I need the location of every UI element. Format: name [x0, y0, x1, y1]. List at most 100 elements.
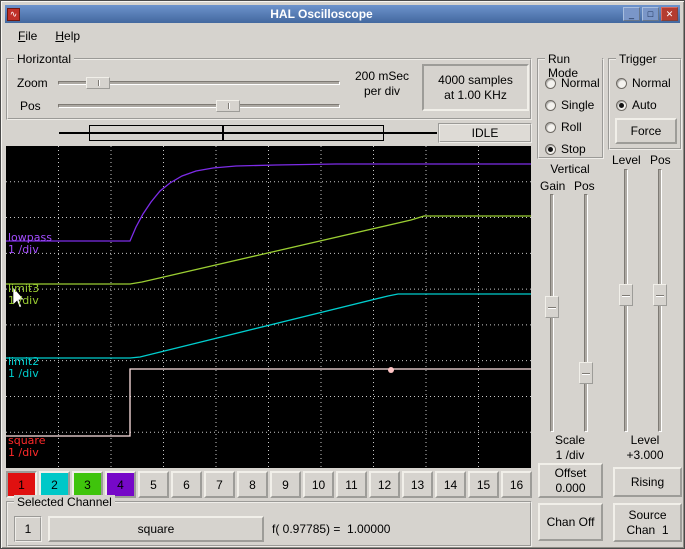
- run-mode-frame: Run Mode Normal Single Roll Stop: [537, 52, 604, 159]
- trigger-level-slider[interactable]: [619, 169, 633, 432]
- maximize-button[interactable]: □: [642, 7, 659, 21]
- trigger-edge-button[interactable]: Rising: [613, 467, 682, 497]
- channel-button-3[interactable]: 3: [72, 471, 103, 498]
- radio-icon[interactable]: [545, 99, 556, 111]
- zoom-slider[interactable]: [58, 77, 340, 89]
- channel-button-14[interactable]: 14: [435, 471, 466, 498]
- radio-icon[interactable]: [616, 77, 627, 89]
- channel-button-15[interactable]: 15: [468, 471, 499, 498]
- channel-button-5[interactable]: 5: [138, 471, 169, 498]
- menu-help-accel: H: [55, 29, 65, 43]
- zoom-label: Zoom: [17, 76, 48, 90]
- vertical-pos-slider[interactable]: [579, 194, 593, 432]
- trigger-pos-slider[interactable]: [653, 169, 667, 432]
- horizontal-frame: Horizontal Zoom Pos 200 mSec per div 4000…: [6, 52, 532, 120]
- vertical-pos-slider-handle[interactable]: [579, 362, 593, 384]
- close-button[interactable]: ✕: [661, 7, 678, 21]
- record-view-window: [89, 125, 384, 141]
- zoom-slider-handle[interactable]: [86, 77, 110, 89]
- trigger-level-slider-label: Level: [612, 153, 641, 167]
- menu-help[interactable]: Help: [46, 26, 89, 46]
- run-mode-option-roll[interactable]: Roll: [545, 120, 582, 134]
- horizontal-pos-slider-handle[interactable]: [216, 100, 240, 112]
- channel-button-13[interactable]: 13: [402, 471, 433, 498]
- run-mode-option-stop[interactable]: Stop: [545, 142, 586, 156]
- record-position-bar: IDLE: [6, 122, 532, 144]
- force-button[interactable]: Force: [615, 118, 677, 144]
- channel-button-10[interactable]: 10: [303, 471, 334, 498]
- horizontal-pos-slider[interactable]: [58, 100, 340, 112]
- run-mode-option-normal-label: Normal: [561, 76, 600, 90]
- trigger-level-slider-handle[interactable]: [619, 284, 633, 306]
- menu-file[interactable]: File: [9, 26, 46, 46]
- app-icon: ∿: [7, 7, 20, 21]
- trigger-option-auto[interactable]: Auto: [616, 98, 657, 112]
- trigger-title: Trigger: [616, 52, 660, 66]
- radio-icon[interactable]: [545, 77, 556, 89]
- menu-help-rest: elp: [64, 29, 81, 43]
- selected-channel-number: 1: [14, 516, 42, 542]
- trigger-source-button[interactable]: Source Chan 1: [613, 503, 682, 542]
- selected-channel-title: Selected Channel: [14, 495, 115, 509]
- channel-button-7[interactable]: 7: [204, 471, 235, 498]
- selected-channel-frame: Selected Channel 1 square f( 0.97785) = …: [6, 495, 532, 547]
- run-mode-option-stop-label: Stop: [561, 142, 586, 156]
- trigger-level-label: Level: [630, 433, 660, 447]
- scope-channel-label-limit2: limit2 1 /div: [8, 355, 40, 380]
- scale-label: Scale: [554, 433, 586, 447]
- hal-oscilloscope-window: ∿ HAL Oscilloscope _ □ ✕ File Help Horiz…: [0, 0, 685, 549]
- horizontal-pos-label: Pos: [20, 99, 41, 113]
- run-mode-option-single[interactable]: Single: [545, 98, 594, 112]
- cursor-readout: f( 0.97785) = 1.00000: [272, 522, 391, 536]
- time-per-div: 200 mSec per div: [354, 69, 410, 98]
- channel-button-4[interactable]: 4: [105, 471, 136, 498]
- channel-button-16[interactable]: 16: [501, 471, 532, 498]
- trigger-frame: Trigger Normal Auto Force: [608, 52, 682, 150]
- trigger-option-normal[interactable]: Normal: [616, 76, 671, 90]
- scope-channel-label-lowpass: lowpass 1 /div: [8, 231, 52, 256]
- scope-display[interactable]: lowpass 1 /div limit3 1 /div limit2 1 /div squ…: [6, 146, 531, 468]
- radio-icon[interactable]: [545, 143, 556, 155]
- minimize-button[interactable]: _: [623, 7, 640, 21]
- trigger-option-auto-label: Auto: [632, 98, 657, 112]
- channel-button-6[interactable]: 6: [171, 471, 202, 498]
- scope-channel-label-limit3: limit3 1 /div: [8, 282, 40, 307]
- gain-slider[interactable]: [545, 194, 559, 432]
- chan-off-button[interactable]: Chan Off: [538, 503, 603, 541]
- trigger-pos-slider-handle[interactable]: [653, 284, 667, 306]
- scale-value: 1 /div: [555, 448, 585, 462]
- menu-file-rest: ile: [25, 29, 38, 43]
- vertical-section-title: Vertical: [550, 162, 590, 176]
- trigger-level-value: +3.000: [626, 448, 664, 462]
- vertical-pos-slider-track[interactable]: [584, 194, 588, 432]
- horizontal-frame-title: Horizontal: [14, 52, 75, 66]
- gain-slider-handle[interactable]: [545, 296, 559, 318]
- channel-button-8[interactable]: 8: [237, 471, 268, 498]
- trigger-pos-slider-label: Pos: [650, 153, 671, 167]
- titlebar[interactable]: ∿ HAL Oscilloscope _ □ ✕: [5, 5, 680, 23]
- channel-source-button[interactable]: square: [48, 516, 264, 542]
- run-mode-option-roll-label: Roll: [561, 120, 582, 134]
- radio-icon[interactable]: [616, 99, 627, 111]
- vertical-pos-label: Pos: [574, 179, 595, 193]
- run-mode-option-normal[interactable]: Normal: [545, 76, 600, 90]
- window-title: HAL Oscilloscope: [270, 7, 373, 21]
- gain-label: Gain: [540, 179, 566, 193]
- radio-icon[interactable]: [545, 121, 556, 133]
- run-mode-option-single-label: Single: [561, 98, 595, 112]
- trigger-option-normal-label: Normal: [632, 76, 671, 90]
- channel-button-11[interactable]: 11: [336, 471, 367, 498]
- menubar: File Help: [5, 23, 680, 49]
- acquisition-status: IDLE: [438, 123, 532, 143]
- scope-canvas: [6, 146, 531, 468]
- scope-channel-label-square: square 1 /div: [8, 434, 46, 459]
- record-trigger-tick: [222, 125, 224, 141]
- channel-button-2[interactable]: 2: [39, 471, 70, 498]
- horizontal-pos-slider-track[interactable]: [58, 104, 340, 108]
- channel-row: 1 2 3 4 5 6 7 8 9 10 11 12 13 14 15 16: [6, 471, 532, 498]
- sample-rate-box[interactable]: 4000 samples at 1.00 KHz: [422, 64, 529, 111]
- channel-button-9[interactable]: 9: [270, 471, 301, 498]
- channel-button-1[interactable]: 1: [6, 471, 37, 498]
- channel-button-12[interactable]: 12: [369, 471, 400, 498]
- offset-button[interactable]: Offset 0.000: [538, 463, 603, 498]
